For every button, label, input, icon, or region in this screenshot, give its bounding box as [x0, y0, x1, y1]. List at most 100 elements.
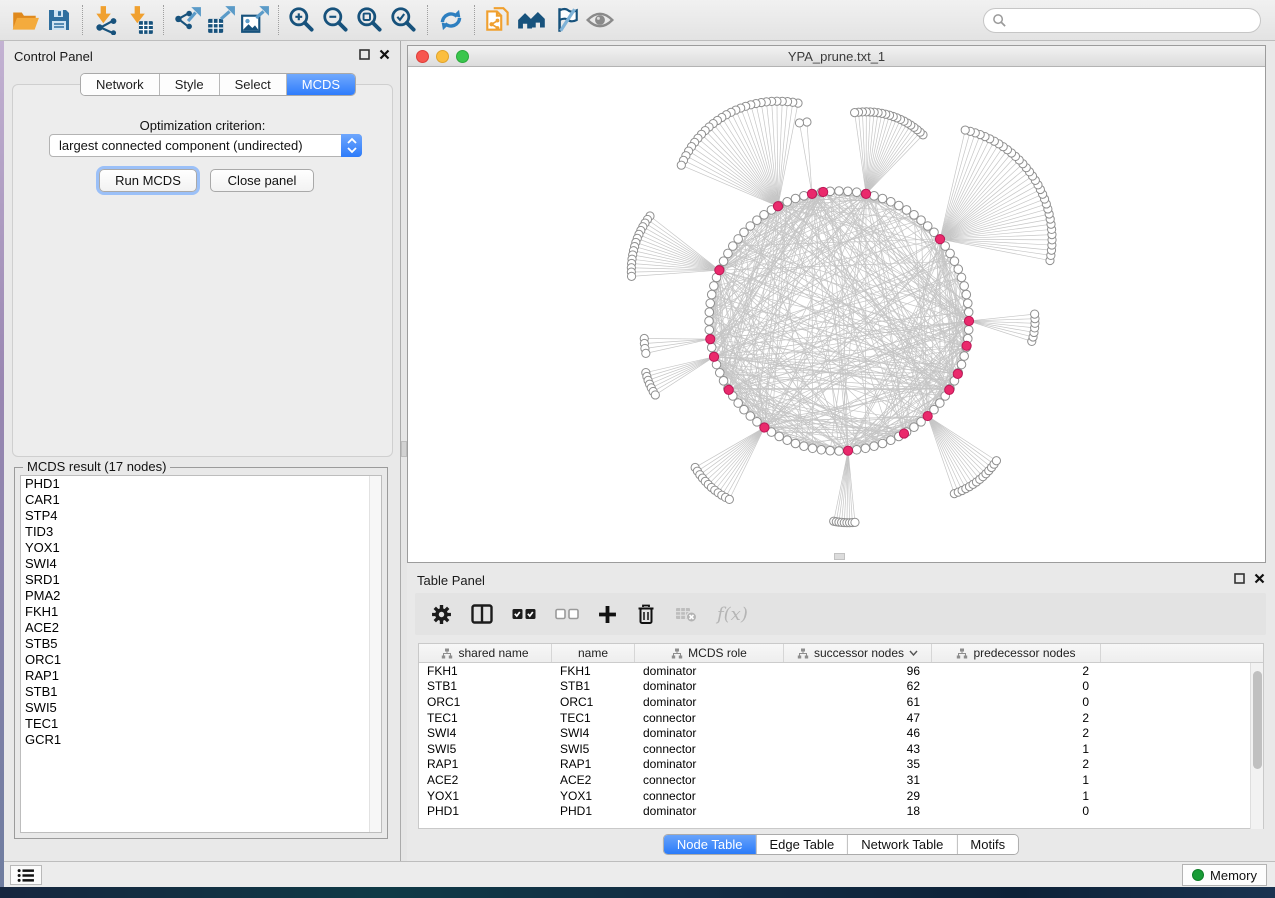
network-from-file-button[interactable] — [481, 3, 515, 37]
close-panel-button[interactable]: Close panel — [210, 169, 314, 192]
zoom-out-button[interactable] — [319, 3, 353, 37]
status-bar: Memory — [4, 861, 1275, 887]
network-graph[interactable] — [408, 67, 1265, 562]
tab-network-table[interactable]: Network Table — [848, 835, 957, 854]
table-cell: STB1 — [552, 679, 635, 693]
network-canvas[interactable] — [408, 67, 1265, 562]
table-row[interactable]: FKH1FKH1dominator962 — [419, 663, 1263, 679]
close-panel-icon[interactable] — [1254, 573, 1265, 584]
mcds-result-item[interactable]: CAR1 — [21, 492, 381, 508]
table-settings-gear-icon[interactable] — [431, 604, 452, 625]
mcds-result-item[interactable]: SWI5 — [21, 700, 381, 716]
close-panel-icon[interactable] — [379, 49, 390, 60]
mcds-result-item[interactable]: ORC1 — [21, 652, 381, 668]
mcds-result-list[interactable]: PHD1CAR1STP4TID3YOX1SWI4SRD1PMA2FKH1ACE2… — [20, 475, 382, 833]
list-scrollbar[interactable] — [369, 476, 381, 832]
mcds-tab-content: Optimization criterion: largest connecte… — [12, 84, 393, 457]
scrollbar-thumb[interactable] — [1253, 671, 1262, 769]
table-row[interactable]: PHD1PHD1dominator180 — [419, 803, 1263, 819]
criterion-dropdown[interactable]: largest connected component (undirected) — [49, 134, 362, 157]
mcds-result-item[interactable]: STB5 — [21, 636, 381, 652]
mcds-result-item[interactable]: TID3 — [21, 524, 381, 540]
tab-node-table[interactable]: Node Table — [664, 835, 757, 854]
table-cell: YOX1 — [419, 789, 552, 803]
mcds-result-item[interactable]: SWI4 — [21, 556, 381, 572]
table-row[interactable]: TEC1TEC1connector472 — [419, 710, 1263, 726]
zoom-selected-button[interactable] — [387, 3, 421, 37]
column-header-name[interactable]: name — [552, 644, 635, 662]
float-window-icon[interactable] — [1234, 573, 1245, 584]
attribute-type-icon — [441, 648, 453, 659]
table-row[interactable]: YOX1YOX1connector291 — [419, 788, 1263, 804]
column-header-filler — [1101, 644, 1263, 662]
mcds-result-item[interactable]: TEC1 — [21, 716, 381, 732]
column-label: name — [578, 646, 608, 660]
mcds-result-item[interactable]: SRD1 — [21, 572, 381, 588]
network-window-titlebar[interactable]: YPA_prune.txt_1 — [408, 46, 1265, 67]
mcds-result-item[interactable]: PHD1 — [21, 476, 381, 492]
task-list-icon — [17, 868, 35, 883]
tab-network[interactable]: Network — [81, 74, 160, 95]
mcds-result-group: MCDS result (17 nodes) PHD1CAR1STP4TID3Y… — [14, 467, 388, 839]
hide-style-button[interactable] — [549, 3, 583, 37]
column-header-shared-name[interactable]: shared name — [419, 644, 552, 662]
zoom-in-button[interactable] — [285, 3, 319, 37]
import-network-button[interactable] — [89, 3, 123, 37]
mcds-result-item[interactable]: YOX1 — [21, 540, 381, 556]
control-panel-titlebar: Control Panel — [4, 41, 400, 69]
table-row[interactable]: SWI5SWI5connector431 — [419, 741, 1263, 757]
optimization-criterion-label: Optimization criterion: — [13, 118, 392, 133]
zoom-fit-button[interactable] — [353, 3, 387, 37]
column-header-successor-nodes[interactable]: successor nodes — [784, 644, 932, 662]
add-column-icon[interactable] — [598, 605, 617, 624]
table-row[interactable]: SWI4SWI4dominator462 — [419, 725, 1263, 741]
home-button[interactable] — [515, 3, 549, 37]
deselect-all-icon[interactable] — [555, 608, 579, 620]
search-input[interactable] — [1007, 13, 1237, 28]
table-cell: connector — [635, 789, 784, 803]
show-hide-button[interactable] — [583, 3, 617, 37]
select-all-icon[interactable] — [512, 608, 536, 620]
tab-motifs[interactable]: Motifs — [957, 835, 1018, 854]
mcds-result-item[interactable]: ACE2 — [21, 620, 381, 636]
mcds-result-item[interactable]: STB1 — [21, 684, 381, 700]
tab-mcds[interactable]: MCDS — [287, 74, 355, 95]
open-session-button[interactable] — [8, 3, 42, 37]
tab-edge-table[interactable]: Edge Table — [756, 835, 848, 854]
mcds-result-item[interactable]: PMA2 — [21, 588, 381, 604]
table-row[interactable]: RAP1RAP1dominator352 — [419, 757, 1263, 773]
tab-select[interactable]: Select — [220, 74, 287, 95]
table-scrollbar[interactable] — [1250, 663, 1263, 829]
export-network-button[interactable] — [170, 3, 204, 37]
table-cell: 43 — [784, 742, 932, 756]
table-cell: SWI4 — [419, 726, 552, 740]
refresh-button[interactable] — [434, 3, 468, 37]
table-row[interactable]: ACE2ACE2connector311 — [419, 772, 1263, 788]
mcds-result-item[interactable]: GCR1 — [21, 732, 381, 748]
float-window-icon[interactable] — [359, 49, 370, 60]
memory-button[interactable]: Memory — [1182, 864, 1267, 886]
save-session-button[interactable] — [42, 3, 76, 37]
task-history-button[interactable] — [10, 865, 42, 885]
mcds-result-item[interactable]: FKH1 — [21, 604, 381, 620]
node-table-body: FKH1FKH1dominator962STB1STB1dominator620… — [419, 663, 1263, 819]
mcds-result-item[interactable]: STP4 — [21, 508, 381, 524]
search-field[interactable] — [983, 8, 1261, 33]
show-columns-icon[interactable] — [471, 604, 493, 624]
table-row[interactable]: ORC1ORC1dominator610 — [419, 694, 1263, 710]
tab-style[interactable]: Style — [160, 74, 220, 95]
canvas-scroll-handle[interactable] — [834, 553, 845, 560]
export-image-button[interactable] — [238, 3, 272, 37]
column-header-predecessor-nodes[interactable]: predecessor nodes — [932, 644, 1101, 662]
run-mcds-button[interactable]: Run MCDS — [99, 169, 197, 192]
export-table-button[interactable] — [204, 3, 238, 37]
export-image-icon — [240, 5, 270, 35]
mcds-result-item[interactable]: RAP1 — [21, 668, 381, 684]
import-table-button[interactable] — [123, 3, 157, 37]
table-cell: PHD1 — [419, 804, 552, 818]
main-toolbar — [0, 0, 1275, 41]
table-cell: 0 — [932, 695, 1101, 709]
delete-column-trash-icon[interactable] — [636, 604, 656, 625]
table-row[interactable]: STB1STB1dominator620 — [419, 679, 1263, 695]
column-header-MCDS-role[interactable]: MCDS role — [635, 644, 784, 662]
